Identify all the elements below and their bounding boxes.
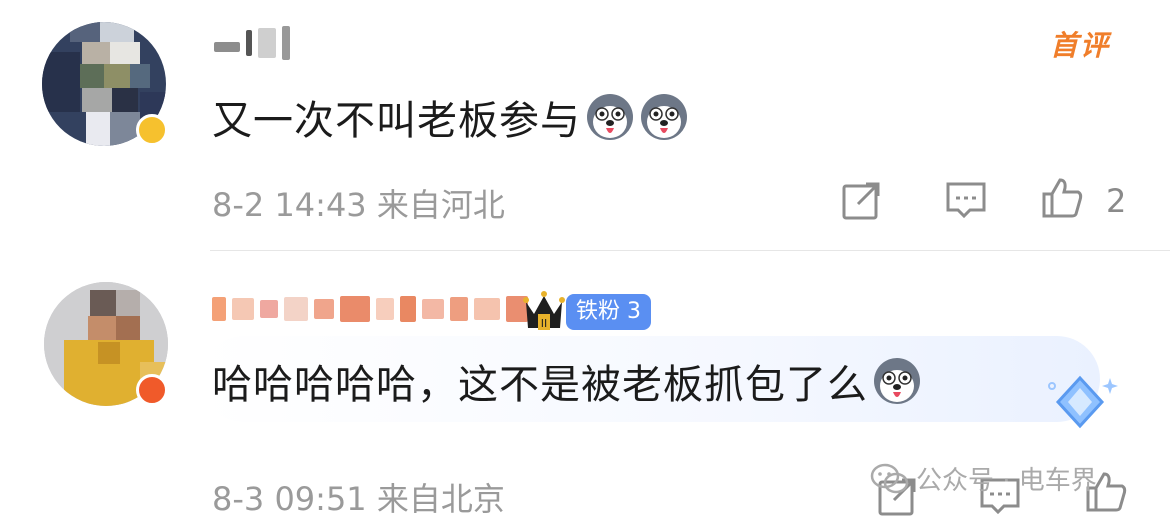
- crown-icon: II: [523, 291, 565, 330]
- comment-body: 哈哈哈哈哈，这不是被老板抓包了么: [212, 362, 868, 408]
- comment-feed: 首评 又一次不叫老板参与 8-2 14:43 来自河北 2 II 铁粉 3 哈哈…: [0, 0, 1170, 530]
- username-blurred[interactable]: [214, 26, 290, 60]
- wechat-icon: [870, 463, 909, 493]
- first-comment-badge: 首评: [1050, 29, 1111, 62]
- watermark: 公众号 · 电车界: [870, 460, 1097, 497]
- svg-text:II: II: [541, 317, 548, 330]
- divider: [210, 250, 1170, 251]
- husky-dog-emoji-icon: [874, 358, 920, 404]
- share-icon[interactable]: [840, 178, 884, 222]
- fan-level-badge: 铁粉 3: [566, 294, 651, 330]
- like-icon[interactable]: [1040, 176, 1084, 220]
- comment-meta: 8-2 14:43 来自河北: [212, 186, 505, 224]
- gem-icon: [1048, 375, 1118, 429]
- comment-icon[interactable]: [944, 178, 988, 222]
- husky-dog-emoji-icon: [641, 94, 687, 140]
- comment-text: 哈哈哈哈哈，这不是被老板抓包了么: [212, 356, 922, 410]
- husky-dog-emoji-icon: [587, 94, 633, 140]
- watermark-text: 公众号 · 电车界: [916, 466, 1097, 496]
- vip-badge-icon: [136, 114, 168, 146]
- vip-badge-icon: [136, 374, 168, 406]
- like-count: 2: [1106, 182, 1127, 220]
- comment-body: 又一次不叫老板参与: [212, 98, 581, 144]
- comment-text: 又一次不叫老板参与: [212, 92, 689, 146]
- comment-meta: 8-3 09:51 来自北京: [212, 480, 505, 518]
- username-blurred[interactable]: [212, 296, 528, 322]
